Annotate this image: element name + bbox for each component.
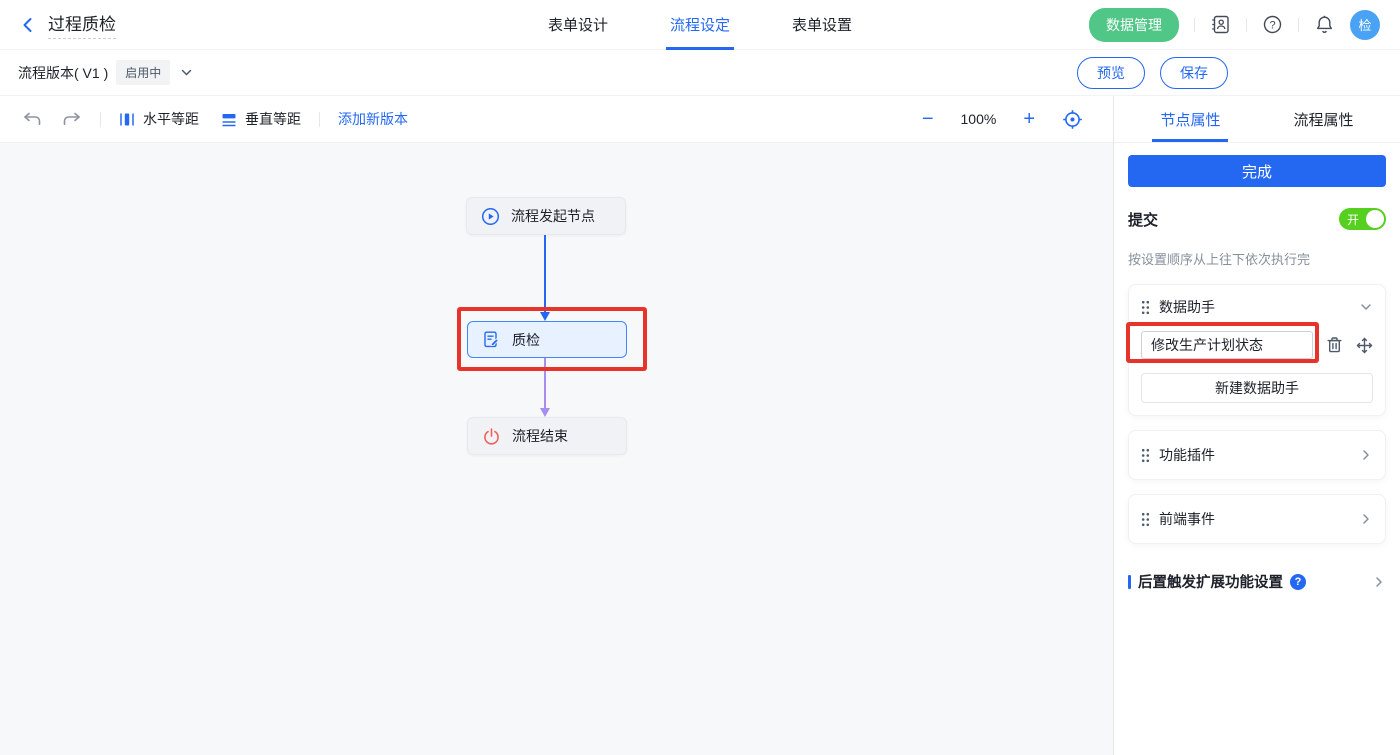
submit-row: 提交 开 bbox=[1128, 208, 1386, 230]
chevron-right-icon[interactable] bbox=[1359, 512, 1373, 526]
play-circle-icon bbox=[481, 207, 500, 226]
flow-canvas[interactable]: 流程发起节点 质检 bbox=[0, 143, 1113, 755]
plugin-header[interactable]: 功能插件 bbox=[1141, 445, 1373, 465]
add-version-link[interactable]: 添加新版本 bbox=[338, 109, 408, 129]
move-icon[interactable] bbox=[1356, 337, 1373, 354]
data-helper-header[interactable]: 数据助手 bbox=[1141, 297, 1373, 317]
submit-toggle[interactable]: 开 bbox=[1339, 208, 1386, 230]
tab-flow-properties[interactable]: 流程属性 bbox=[1293, 96, 1353, 142]
item-actions bbox=[1326, 336, 1373, 354]
back-button[interactable] bbox=[20, 17, 36, 33]
redo-icon[interactable] bbox=[62, 111, 82, 127]
zoom-level: 100% bbox=[961, 111, 997, 127]
tab-node-properties[interactable]: 节点属性 bbox=[1160, 96, 1220, 142]
vertical-distribute-label: 垂直等距 bbox=[245, 109, 301, 129]
header-tabs: 表单设计 流程设定 表单设置 bbox=[548, 0, 852, 50]
drag-handle-icon[interactable] bbox=[1141, 512, 1150, 527]
help-icon[interactable]: ? bbox=[1262, 14, 1283, 35]
post-trigger-row[interactable]: 后置触发扩展功能设置 ? bbox=[1128, 571, 1386, 592]
properties-panel: 节点属性 流程属性 完成 提交 开 按设置顺序从上往下依次执行完 bbox=[1113, 96, 1400, 755]
app-header: 过程质检 表单设计 流程设定 表单设置 数据管理 ? bbox=[0, 0, 1400, 50]
version-actions: 预览 保存 bbox=[1077, 57, 1228, 89]
zoom-controls: − 100% + bbox=[922, 109, 1091, 130]
fit-view-icon[interactable] bbox=[1062, 109, 1083, 130]
back-chevron-icon bbox=[20, 17, 36, 33]
version-label: 流程版本( V1 ) bbox=[18, 63, 108, 83]
flow-node-task[interactable]: 质检 bbox=[467, 321, 627, 358]
data-helper-title: 数据助手 bbox=[1159, 297, 1215, 317]
vertical-distribute-button[interactable]: 垂直等距 bbox=[221, 109, 301, 129]
question-circle-icon[interactable]: ? bbox=[1290, 574, 1306, 590]
flow-node-end[interactable]: 流程结束 bbox=[467, 417, 627, 455]
panel-body: 完成 提交 开 按设置顺序从上往下依次执行完 数据助手 bbox=[1114, 143, 1400, 592]
flow-node-label: 流程结束 bbox=[512, 426, 568, 446]
contact-book-icon[interactable] bbox=[1210, 14, 1231, 35]
status-badge: 启用中 bbox=[116, 60, 170, 85]
document-edit-icon bbox=[482, 330, 501, 349]
frontend-events-title: 前端事件 bbox=[1159, 509, 1215, 529]
plugin-title: 功能插件 bbox=[1159, 445, 1215, 465]
data-helper-item-row bbox=[1141, 331, 1373, 359]
zoom-in-button[interactable]: + bbox=[1023, 109, 1035, 129]
flow-workspace: 水平等距 垂直等距 添加新版本 − 100% + bbox=[0, 96, 1113, 755]
data-manage-button[interactable]: 数据管理 bbox=[1089, 8, 1179, 42]
tab-form-design[interactable]: 表单设计 bbox=[548, 0, 608, 50]
chevron-right-icon[interactable] bbox=[1359, 448, 1373, 462]
new-data-helper-button[interactable]: 新建数据助手 bbox=[1141, 373, 1373, 403]
zoom-out-button[interactable]: − bbox=[922, 109, 934, 129]
header-actions: 数据管理 ? 检 bbox=[1089, 8, 1380, 42]
horizontal-distribute-icon bbox=[119, 112, 135, 127]
divider bbox=[100, 112, 101, 127]
svg-text:?: ? bbox=[1269, 20, 1275, 32]
execution-hint: 按设置顺序从上往下依次执行完 bbox=[1128, 249, 1386, 268]
edge-arrowhead-blue bbox=[540, 312, 550, 321]
toggle-on-label: 开 bbox=[1347, 211, 1359, 228]
frontend-events-header[interactable]: 前端事件 bbox=[1141, 509, 1373, 529]
done-button[interactable]: 完成 bbox=[1128, 155, 1386, 187]
tab-form-settings[interactable]: 表单设置 bbox=[792, 0, 852, 50]
drag-handle-icon[interactable] bbox=[1141, 300, 1150, 315]
horizontal-distribute-label: 水平等距 bbox=[143, 109, 199, 129]
user-avatar[interactable]: 检 bbox=[1350, 10, 1380, 40]
flow-node-label: 质检 bbox=[512, 330, 540, 350]
divider bbox=[1246, 18, 1247, 32]
chevron-down-icon[interactable] bbox=[1359, 300, 1373, 314]
data-helper-item-input[interactable] bbox=[1141, 331, 1313, 359]
drag-handle-icon[interactable] bbox=[1141, 448, 1150, 463]
page-title[interactable]: 过程质检 bbox=[48, 10, 116, 39]
section-accent-bar bbox=[1128, 575, 1131, 589]
divider bbox=[1194, 18, 1195, 32]
frontend-events-card: 前端事件 bbox=[1128, 494, 1386, 544]
trash-icon[interactable] bbox=[1326, 336, 1343, 354]
edge-task-to-end bbox=[544, 358, 546, 409]
panel-tabs: 节点属性 流程属性 bbox=[1114, 96, 1400, 143]
flow-node-label: 流程发起节点 bbox=[511, 206, 595, 226]
preview-button[interactable]: 预览 bbox=[1077, 57, 1145, 89]
tab-flow-setting[interactable]: 流程设定 bbox=[670, 0, 730, 50]
plugin-card: 功能插件 bbox=[1128, 430, 1386, 480]
undo-icon[interactable] bbox=[22, 111, 42, 127]
horizontal-distribute-button[interactable]: 水平等距 bbox=[119, 109, 199, 129]
save-button[interactable]: 保存 bbox=[1160, 57, 1228, 89]
edge-arrowhead-purple bbox=[540, 408, 550, 417]
divider bbox=[319, 112, 320, 127]
chevron-right-icon[interactable] bbox=[1372, 575, 1386, 589]
version-chevron-down-icon[interactable] bbox=[180, 66, 193, 79]
data-helper-card: 数据助手 bbox=[1128, 284, 1386, 416]
version-bar: 流程版本( V1 ) 启用中 预览 保存 bbox=[0, 50, 1400, 96]
flow-node-start[interactable]: 流程发起节点 bbox=[466, 197, 626, 235]
post-trigger-label: 后置触发扩展功能设置 bbox=[1138, 571, 1283, 592]
canvas-toolbar: 水平等距 垂直等距 添加新版本 − 100% + bbox=[0, 96, 1113, 143]
divider bbox=[1298, 18, 1299, 32]
vertical-distribute-icon bbox=[221, 112, 237, 127]
bell-icon[interactable] bbox=[1314, 14, 1335, 35]
edge-start-to-task bbox=[544, 235, 546, 313]
power-icon bbox=[482, 427, 501, 446]
toggle-knob bbox=[1366, 210, 1384, 228]
submit-label: 提交 bbox=[1128, 209, 1158, 230]
